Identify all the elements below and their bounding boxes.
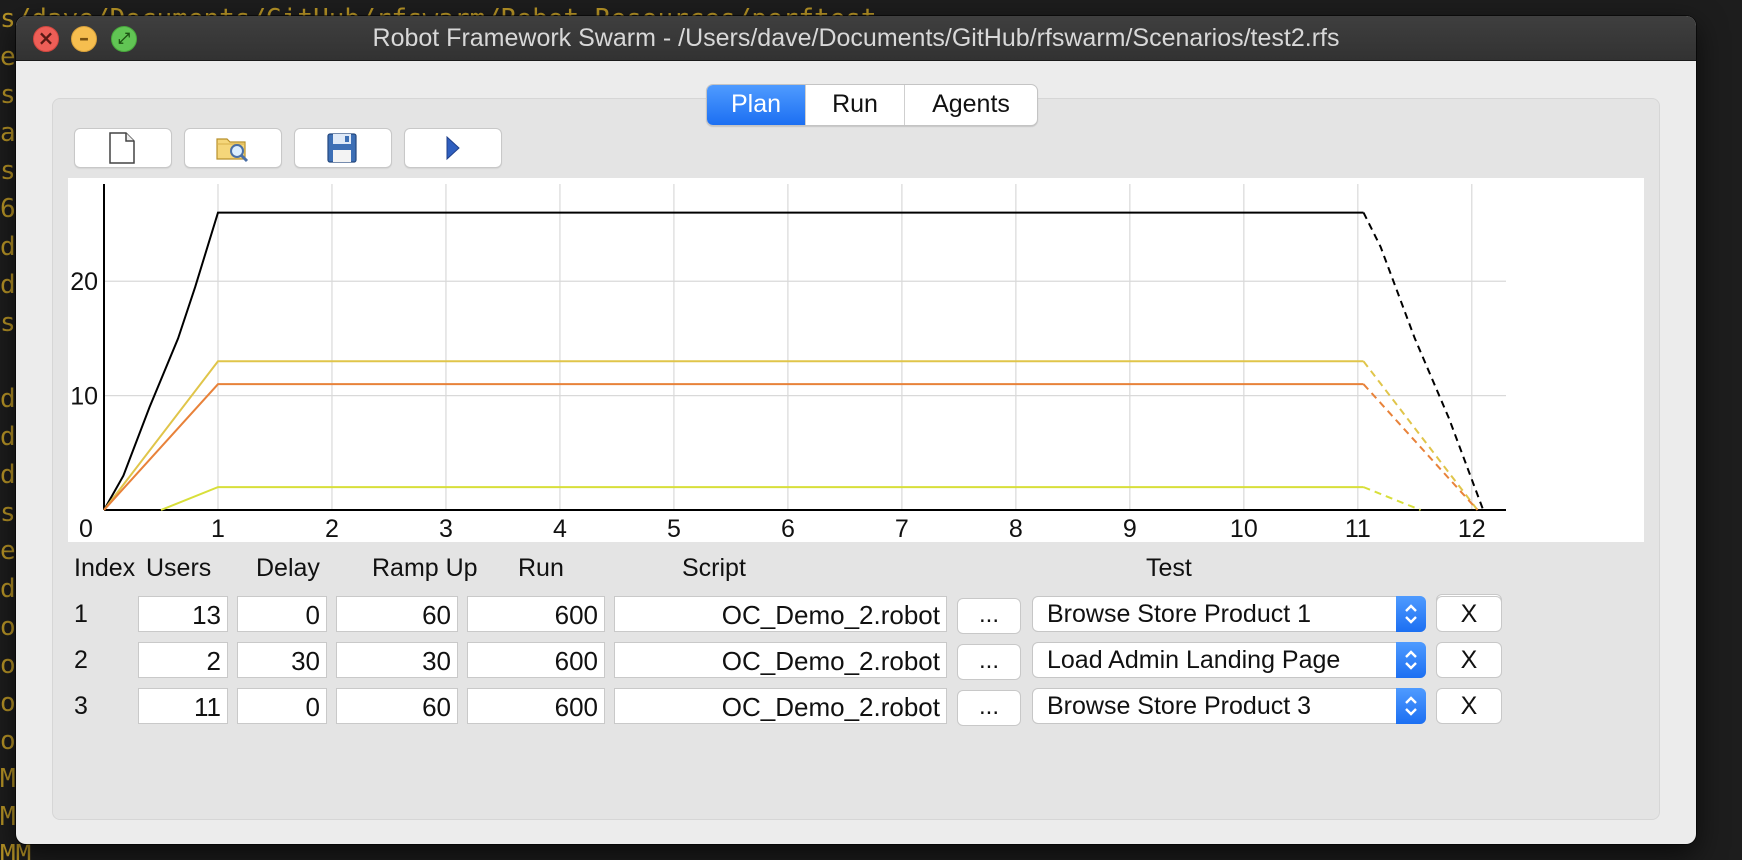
header-rampup: Ramp Up	[372, 554, 478, 582]
save-file-button[interactable]	[294, 128, 392, 168]
chart-svg: 0 1 2 3 4 5 6 7 8 9 10 11 121020	[70, 184, 1506, 543]
delay-input[interactable]: 0	[237, 688, 327, 724]
header-script: Script	[682, 554, 746, 582]
zoom-window-button[interactable]: ⤢	[111, 26, 137, 52]
x-tick-label: 2	[325, 515, 339, 542]
remove-row-button[interactable]: X	[1436, 688, 1502, 724]
series-line-solid	[160, 486, 1364, 511]
rampup-input[interactable]: 30	[336, 642, 458, 678]
minimize-window-button[interactable]: –	[71, 26, 97, 52]
header-run: Run	[518, 554, 564, 582]
script-input[interactable]: OC_Demo_2.robot	[614, 642, 947, 678]
delay-input[interactable]: 0	[237, 596, 327, 632]
x-tick-label: 3	[439, 515, 453, 542]
play-button[interactable]	[404, 128, 502, 168]
select-arrows-icon	[1396, 596, 1426, 632]
row-index: 1	[74, 600, 88, 628]
browse-script-button[interactable]: ...	[957, 644, 1021, 680]
run-input[interactable]: 600	[467, 596, 605, 632]
delay-input[interactable]: 30	[237, 642, 327, 678]
title-bar: × – ⤢ Robot Framework Swarm - /Users/dav…	[16, 16, 1696, 61]
y-tick-label: 10	[70, 383, 98, 411]
play-triangle-icon	[446, 135, 460, 161]
y-tick-label: 20	[70, 268, 98, 296]
select-arrows-icon	[1396, 642, 1426, 678]
row-index: 3	[74, 692, 88, 720]
header-users: Users	[146, 554, 212, 582]
x-tick-label: 6	[781, 515, 795, 542]
tab-agents[interactable]: Agents	[905, 85, 1037, 125]
x-tick-label: 8	[1009, 515, 1023, 542]
close-window-button[interactable]: ×	[33, 26, 59, 52]
test-select[interactable]: Load Admin Landing Page	[1032, 642, 1426, 678]
test-select-value: Load Admin Landing Page	[1047, 646, 1341, 674]
zoom-icon: ⤢	[117, 29, 130, 47]
browse-script-button[interactable]: ...	[957, 690, 1021, 726]
window-title: Robot Framework Swarm - /Users/dave/Docu…	[372, 24, 1340, 52]
series-line-solid	[103, 383, 1364, 511]
run-input[interactable]: 600	[467, 642, 605, 678]
series-line-rampdown	[1363, 486, 1421, 511]
close-icon: ×	[37, 26, 55, 50]
run-input[interactable]: 600	[467, 688, 605, 724]
users-plan-chart: 0 1 2 3 4 5 6 7 8 9 10 11 12 10 20	[68, 178, 1644, 543]
floppy-disk-icon	[327, 133, 357, 163]
x-tick-label: 0	[79, 515, 93, 542]
main-tabs: Plan Run Agents	[706, 84, 1038, 126]
test-select-value: Browse Store Product 1	[1047, 600, 1312, 628]
x-tick-label: 12	[1458, 515, 1486, 542]
x-tick-label: 1	[211, 515, 225, 542]
users-input[interactable]: 13	[138, 596, 228, 632]
x-tick-label: 5	[667, 515, 681, 542]
x-tick-label: 11	[1345, 515, 1371, 542]
header-test: Test	[1146, 554, 1192, 582]
users-input[interactable]: 11	[138, 688, 228, 724]
minimize-icon: –	[79, 26, 89, 50]
open-file-button[interactable]	[184, 128, 282, 168]
remove-row-button[interactable]: X	[1436, 642, 1502, 678]
series-line-rampdown	[1362, 360, 1479, 511]
blank-page-icon	[109, 132, 135, 164]
test-select-value: Browse Store Product 3	[1047, 692, 1312, 720]
tab-run[interactable]: Run	[806, 85, 905, 125]
app-window: × – ⤢ Robot Framework Swarm - /Users/dav…	[16, 16, 1696, 844]
x-tick-label: 10	[1230, 515, 1258, 542]
series-line-rampdown	[1362, 212, 1485, 511]
header-index: Index	[74, 554, 136, 582]
test-select[interactable]: Browse Store Product 1	[1032, 596, 1426, 632]
script-input[interactable]: OC_Demo_2.robot	[614, 596, 947, 632]
users-input[interactable]: 2	[138, 642, 228, 678]
folder-search-icon	[216, 138, 249, 163]
rampup-input[interactable]: 60	[336, 596, 458, 632]
test-select[interactable]: Browse Store Product 3	[1032, 688, 1426, 724]
tab-plan[interactable]: Plan	[707, 85, 806, 125]
select-arrows-icon	[1396, 688, 1426, 724]
browse-script-button[interactable]: ...	[957, 598, 1021, 634]
header-delay: Delay	[256, 554, 320, 582]
x-tick-label: 7	[895, 515, 909, 542]
script-input[interactable]: OC_Demo_2.robot	[614, 688, 947, 724]
new-file-button[interactable]	[74, 128, 172, 168]
x-tick-label: 9	[1123, 515, 1137, 542]
remove-row-button[interactable]: X	[1436, 596, 1502, 632]
rampup-input[interactable]: 60	[336, 688, 458, 724]
row-index: 2	[74, 646, 88, 674]
x-tick-label: 4	[553, 515, 567, 542]
